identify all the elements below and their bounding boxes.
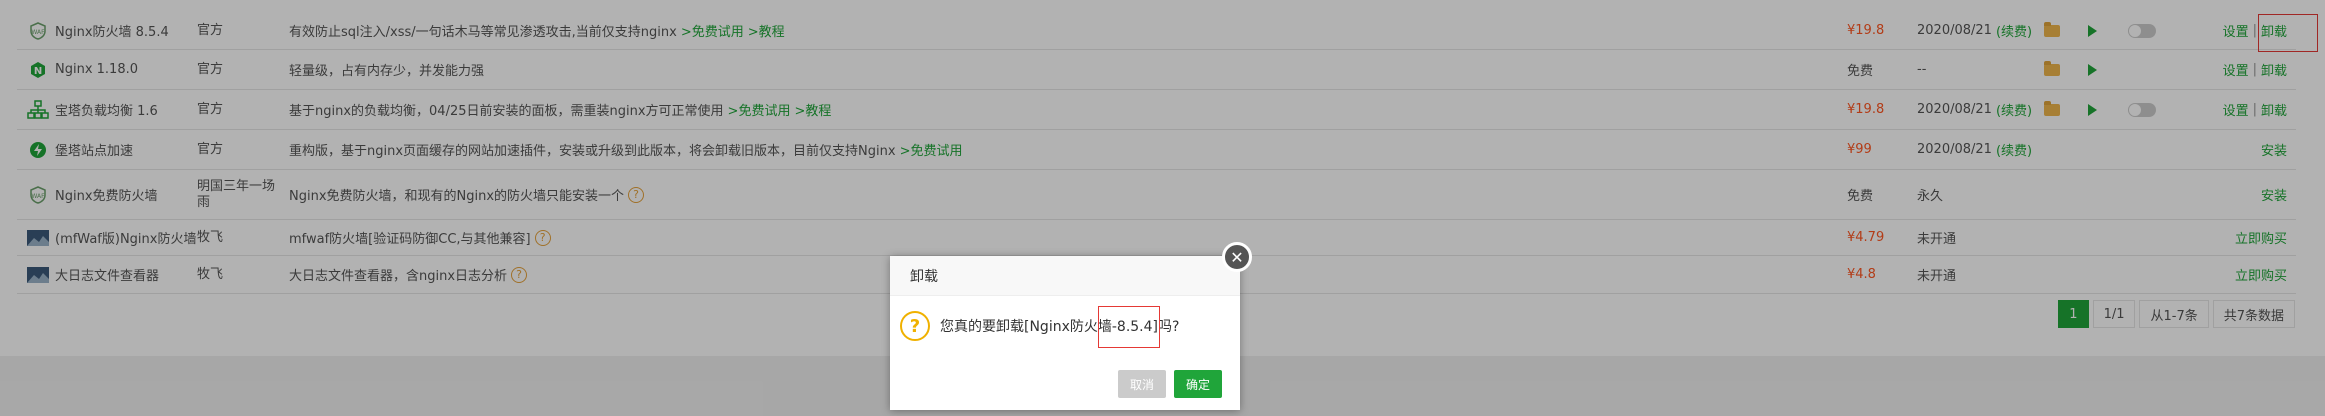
close-icon[interactable]: ✕ <box>1222 242 1252 272</box>
uninstall-dialog: 卸载 ? 您真的要卸载[Nginx防火墙-8.5.4]吗? 取消 确定 <box>890 256 1240 410</box>
dialog-title: 卸载 <box>890 256 1240 296</box>
cancel-button[interactable]: 取消 <box>1118 370 1166 398</box>
question-icon: ? <box>900 311 930 341</box>
confirm-button[interactable]: 确定 <box>1174 370 1222 398</box>
version-highlight-box <box>1098 306 1160 348</box>
